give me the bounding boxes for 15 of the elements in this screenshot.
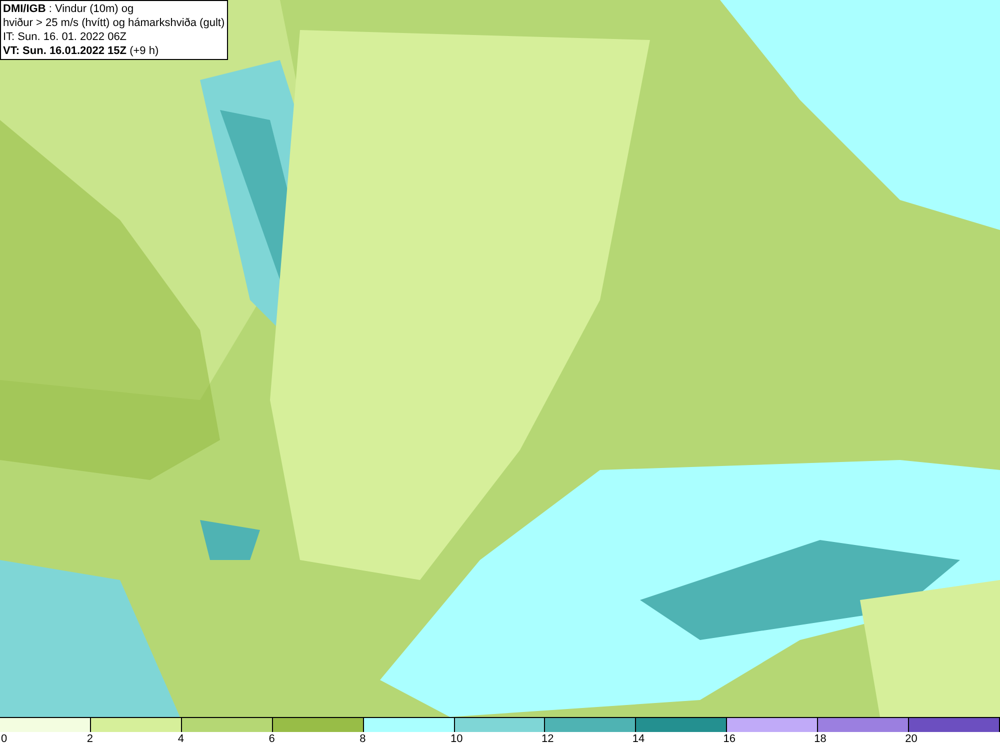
- legend-label: 8: [360, 732, 366, 746]
- legend-label: 6: [268, 732, 275, 746]
- info-text: IT: Sun. 16. 01. 2022 06Z: [3, 30, 128, 44]
- legend-label: 20: [905, 732, 918, 746]
- legend-label: 18: [814, 732, 826, 746]
- legend-label: 16: [723, 732, 736, 746]
- legend-label: 10: [450, 732, 463, 746]
- legend-label: 2: [86, 732, 94, 746]
- legend-label: 12: [541, 732, 554, 746]
- info-text: DMI/IGB : Vindur (10m) og: [3, 2, 135, 16]
- info-text: hviður > 25 m/s (hvítt) og hámarkshviða (gult): [3, 16, 225, 30]
- legend-label: 0: [0, 732, 8, 746]
- legend-label: 14: [632, 732, 645, 746]
- legend-label: 4: [178, 732, 184, 746]
- info-text: VT: Sun. 16.01.2022 15Z (+9 h): [3, 44, 160, 58]
